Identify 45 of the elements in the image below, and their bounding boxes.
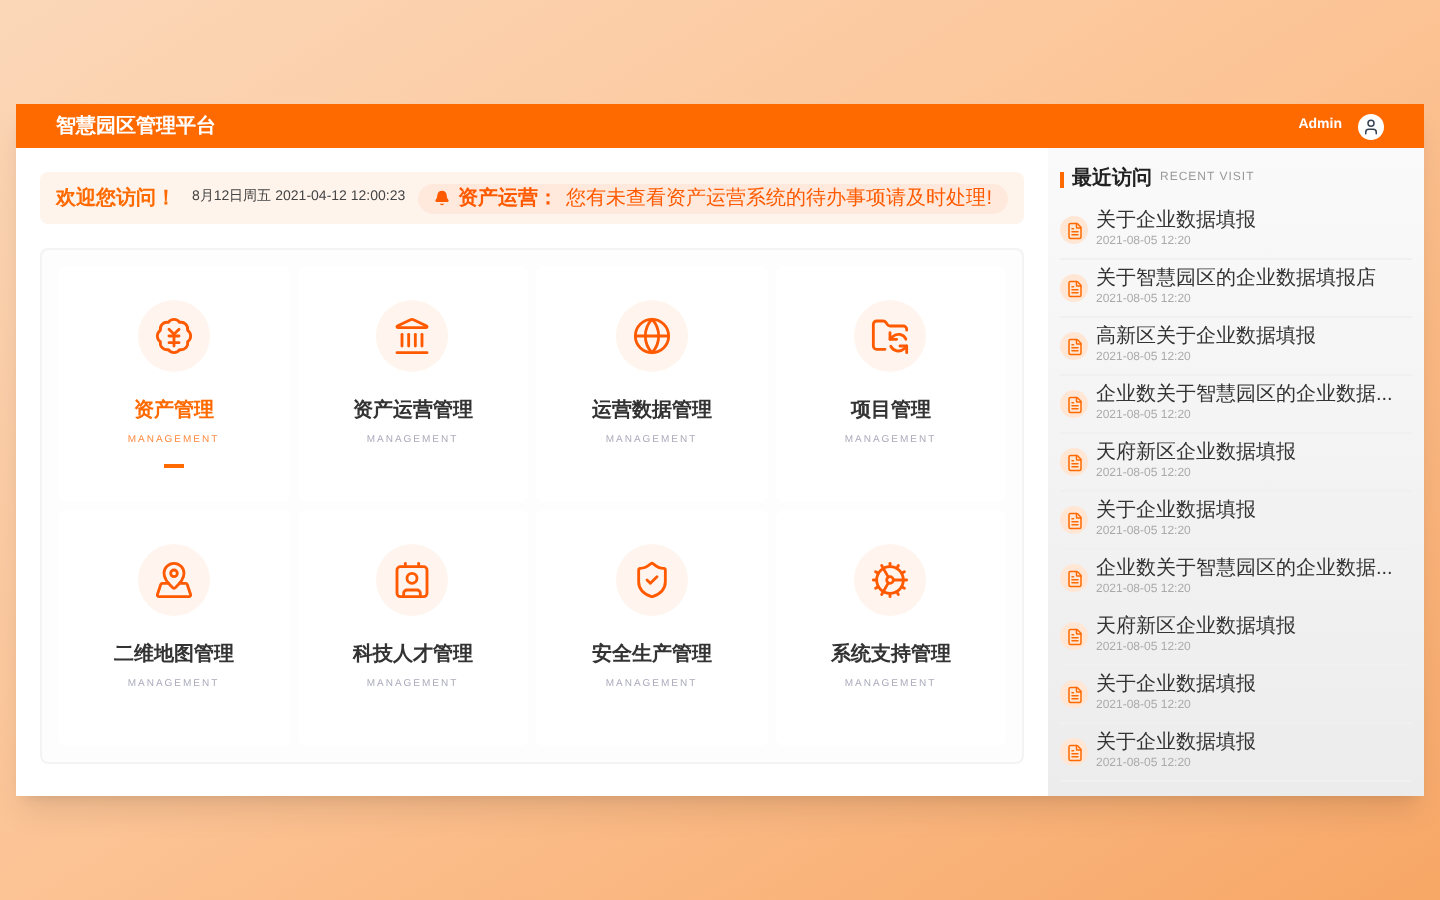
document-icon: [1060, 506, 1088, 534]
module-title: 系统支持管理: [830, 641, 951, 670]
recent-title: 关于企业数据填报: [1096, 731, 1256, 755]
map-pin-icon: [153, 559, 194, 600]
document-icon: [1060, 564, 1088, 592]
module-title: 安全生产管理: [591, 640, 712, 670]
notice-text: 您有未查看资产运营系统的待办事项请及时处理!: [566, 185, 992, 213]
document-icon: [1060, 738, 1088, 766]
document-icon: [1060, 274, 1088, 302]
recent-title: 企业数关于智慧园区的企业数据...: [1096, 383, 1393, 407]
avatar-icon[interactable]: [1358, 113, 1384, 139]
globe-icon: [631, 315, 672, 356]
shield-check-icon: [631, 559, 672, 600]
module-title: 资产管理: [133, 397, 214, 426]
folder-sync-icon: [870, 315, 911, 356]
recent-title: 天府新区企业数据填报: [1096, 615, 1296, 639]
document-icon: [1060, 680, 1088, 708]
module-title: 二维地图管理: [113, 640, 234, 670]
notice-label: 资产运营：: [458, 185, 559, 213]
module-title: 资产运营管理: [352, 397, 473, 426]
document-icon: [1060, 332, 1088, 360]
document-icon: [1060, 448, 1088, 476]
recent-title: 高新区关于企业数据填报: [1096, 325, 1316, 349]
id-card-icon: [392, 559, 433, 600]
title-marker: [1060, 171, 1064, 187]
module-title: 运营数据管理: [591, 397, 712, 426]
document-icon: [1060, 622, 1088, 650]
recent-title: 关于企业数据填报: [1096, 209, 1256, 233]
document-icon: [1060, 216, 1088, 244]
recent-title: 关于企业数据填报: [1096, 673, 1256, 697]
active-underline: [163, 464, 184, 469]
module-title: 项目管理: [850, 397, 931, 426]
recent-title: 天府新区企业数据填报: [1096, 441, 1296, 465]
module-title: 科技人才管理: [352, 641, 473, 670]
recent-title: 企业数关于智慧园区的企业数据...: [1096, 557, 1393, 581]
welcome-text: 欢迎您访问！: [56, 184, 176, 213]
recent-title: 关于智慧园区的企业数据填报店: [1096, 267, 1376, 291]
recent-title: 关于企业数据填报: [1096, 499, 1256, 523]
sidebar-title: 最近访问: [1072, 164, 1152, 194]
gear-icon: [870, 559, 911, 600]
bank-building-icon: [392, 315, 433, 356]
document-icon: [1060, 390, 1088, 418]
yen-badge-icon: [153, 315, 194, 356]
bell-icon: [434, 190, 451, 206]
app-title: 智慧园区管理平台: [56, 113, 216, 141]
